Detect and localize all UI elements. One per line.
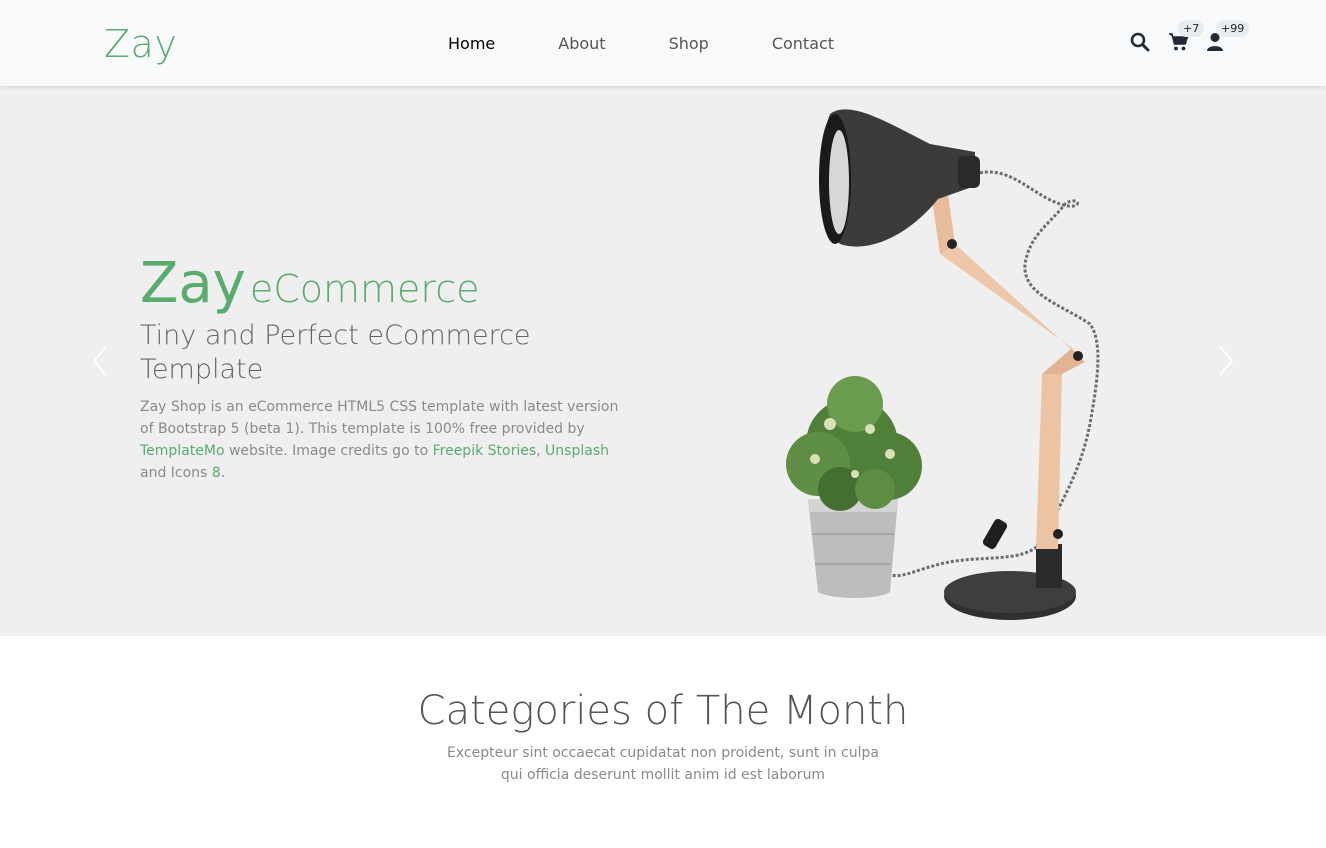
freepik-link[interactable]: Freepik Stories [433, 443, 537, 459]
categories-description: Excepteur sint occaecat cupidatat non pr… [447, 745, 879, 783]
nav-link-shop[interactable]: Shop [669, 34, 709, 53]
hero-carousel: Zay eCommerce Tiny and Perfect eCommerce … [0, 86, 1326, 636]
nav-link-contact[interactable]: Contact [772, 34, 834, 53]
user-icon[interactable]: +99 [1206, 20, 1250, 54]
nav-link-about[interactable]: About [558, 34, 605, 53]
search-icon[interactable] [1130, 32, 1152, 54]
hero-title: Zay eCommerce [140, 251, 479, 316]
hero-subtitle: Tiny and Perfect eCommerce Template [140, 320, 531, 385]
carousel-next-icon[interactable] [1212, 344, 1240, 378]
nav-menu: Home About Shop Contact [448, 34, 897, 53]
templatemo-link[interactable]: TemplateMo [140, 443, 225, 459]
cart-icon[interactable]: +7 [1168, 20, 1205, 54]
carousel-prev-icon[interactable] [86, 344, 114, 378]
categories-title: Categories of The Month [417, 688, 909, 734]
hero-title-brand: Zay [140, 251, 246, 316]
user-badge: +99 [1216, 20, 1250, 37]
nav-link-home[interactable]: Home [448, 34, 495, 53]
hero-title-rest: eCommerce [249, 267, 480, 311]
unsplash-link[interactable]: Unsplash [545, 443, 609, 459]
navbar: Zay Home About Shop Contact +7 +99 [0, 0, 1326, 86]
brand-logo[interactable]: Zay [104, 22, 177, 66]
cart-badge: +7 [1178, 20, 1205, 37]
nav-icons: +7 +99 [1130, 20, 1260, 58]
hero-description: Zay Shop is an eCommerce HTML5 CSS templ… [140, 399, 619, 481]
hero-product-image [786, 109, 1100, 620]
icons8-link[interactable]: 8 [212, 465, 221, 481]
